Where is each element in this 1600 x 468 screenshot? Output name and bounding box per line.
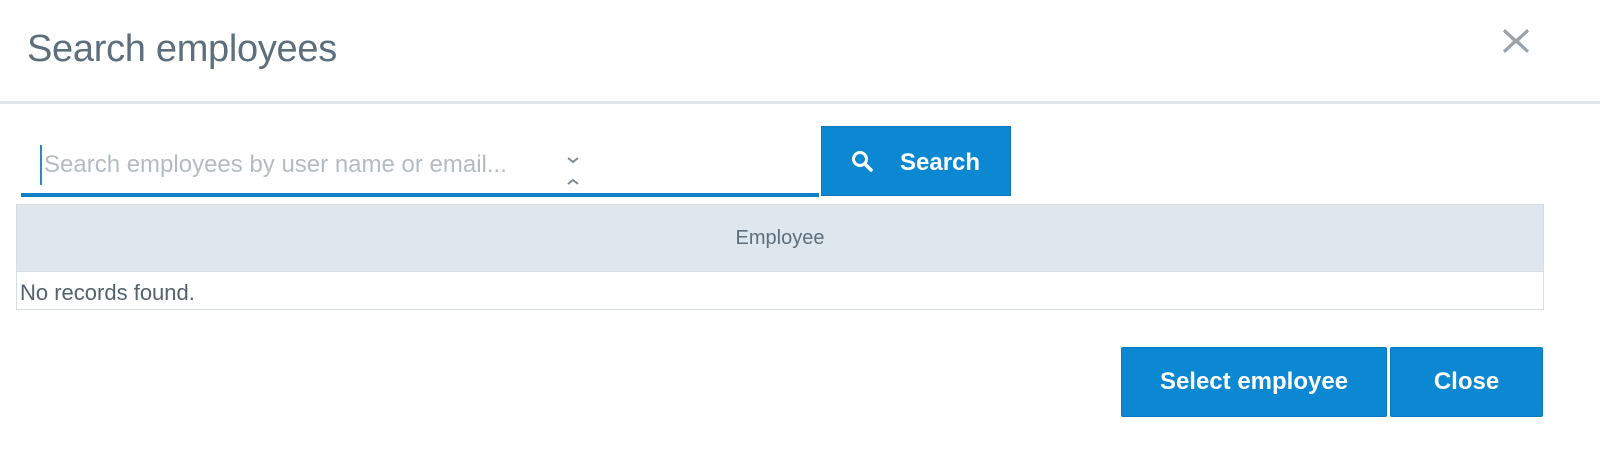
dialog-header: Search employees <box>0 0 1600 104</box>
spinner-arrows-icon[interactable] <box>561 151 585 191</box>
search-row: Search <box>0 125 1600 200</box>
dialog-title: Search employees <box>27 28 337 70</box>
search-icon <box>852 151 873 172</box>
close-icon[interactable] <box>1500 22 1532 56</box>
table-header: Employee <box>17 205 1543 272</box>
search-employees-dialog: Search employees Search Employee No reco… <box>0 0 1600 468</box>
empty-message: No records found. <box>20 280 195 305</box>
column-header-employee[interactable]: Employee <box>17 205 1543 272</box>
search-button-label: Search <box>900 149 981 176</box>
search-button[interactable]: Search <box>821 126 1011 196</box>
select-employee-button[interactable]: Select employee <box>1121 347 1387 417</box>
search-input[interactable] <box>40 145 544 185</box>
empty-row: No records found. <box>17 272 1543 309</box>
search-field <box>21 137 819 197</box>
employees-table: Employee No records found. <box>16 204 1544 310</box>
close-button[interactable]: Close <box>1390 347 1543 417</box>
